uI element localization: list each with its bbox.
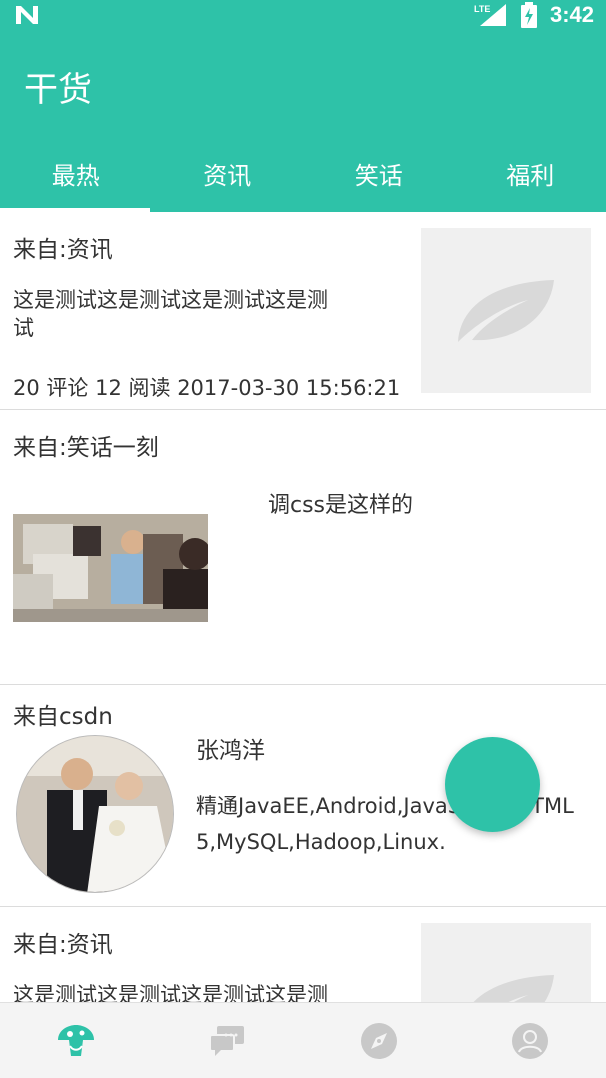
wedding-photo-avatar	[17, 736, 173, 892]
category-tabs: 最热 资讯 笑话 福利	[0, 140, 606, 212]
nav-home[interactable]	[0, 1003, 152, 1078]
mushroom-home-icon	[57, 1024, 94, 1056]
feed-item-news-2[interactable]: 来自:资讯 这是测试这是测试这是测试这是测	[0, 907, 606, 1002]
chat-bubbles-icon	[209, 1025, 245, 1056]
floating-action-button[interactable]	[445, 737, 540, 832]
item-source: 来自:笑话一刻	[13, 435, 159, 461]
office-photo-illustration	[13, 514, 208, 622]
battery-charging-icon	[520, 2, 537, 28]
author-name: 张鸿洋	[196, 738, 265, 764]
avatar[interactable]	[16, 735, 174, 893]
tab-jokes[interactable]: 笑话	[303, 140, 455, 212]
compass-icon	[360, 1022, 397, 1059]
item-source: 来自:资讯	[13, 237, 113, 263]
app-bar: LTE 3:42 干货 最热 资讯 笑话 福利	[0, 0, 606, 212]
profile-icon	[512, 1022, 549, 1059]
comment-count: 20 评论	[13, 376, 89, 400]
item-text: 这是测试这是测试这是测试这是测	[13, 983, 328, 1002]
nav-messages[interactable]	[152, 1003, 304, 1078]
bottom-navigation	[0, 1002, 606, 1078]
tab-hot[interactable]: 最热	[0, 140, 152, 212]
tab-welfare[interactable]: 福利	[455, 140, 606, 212]
item-thumbnail	[421, 228, 591, 393]
clock: 3:42	[549, 2, 594, 27]
lte-signal-icon: LTE	[474, 4, 506, 26]
item-source: 来自csdn	[13, 704, 113, 730]
tab-news[interactable]: 资讯	[152, 140, 304, 212]
leaf-placeholder-icon	[473, 974, 554, 1002]
feed-item-news[interactable]: 来自:资讯 这是测试这是测试这是测试这是测 试 20 评论 12 阅读 2017…	[0, 212, 606, 410]
feed-item-joke[interactable]: 来自:笑话一刻 调css是这样的	[0, 410, 606, 685]
nav-discover[interactable]	[303, 1003, 455, 1078]
item-text: 这是测试这是测试这是测试这是测 试	[13, 288, 328, 340]
leaf-placeholder-icon	[458, 279, 554, 342]
item-source: 来自:资讯	[13, 932, 113, 958]
publish-time: 2017-03-30 15:56:21	[177, 376, 401, 400]
read-count: 12 阅读	[95, 376, 171, 400]
item-meta: 20 评论 12 阅读 2017-03-30 15:56:21	[13, 372, 400, 402]
office-scene-photo[interactable]	[13, 514, 208, 622]
notification-n-icon	[16, 6, 38, 24]
svg-text:LTE: LTE	[474, 4, 490, 14]
item-thumbnail	[421, 923, 591, 1002]
item-caption: 调css是这样的	[268, 493, 414, 518]
feed-list[interactable]: 来自:资讯 这是测试这是测试这是测试这是测 试 20 评论 12 阅读 2017…	[0, 212, 606, 1002]
page-title: 干货	[24, 70, 92, 110]
nav-profile[interactable]	[455, 1003, 606, 1078]
status-bar: LTE 3:42	[0, 0, 606, 34]
